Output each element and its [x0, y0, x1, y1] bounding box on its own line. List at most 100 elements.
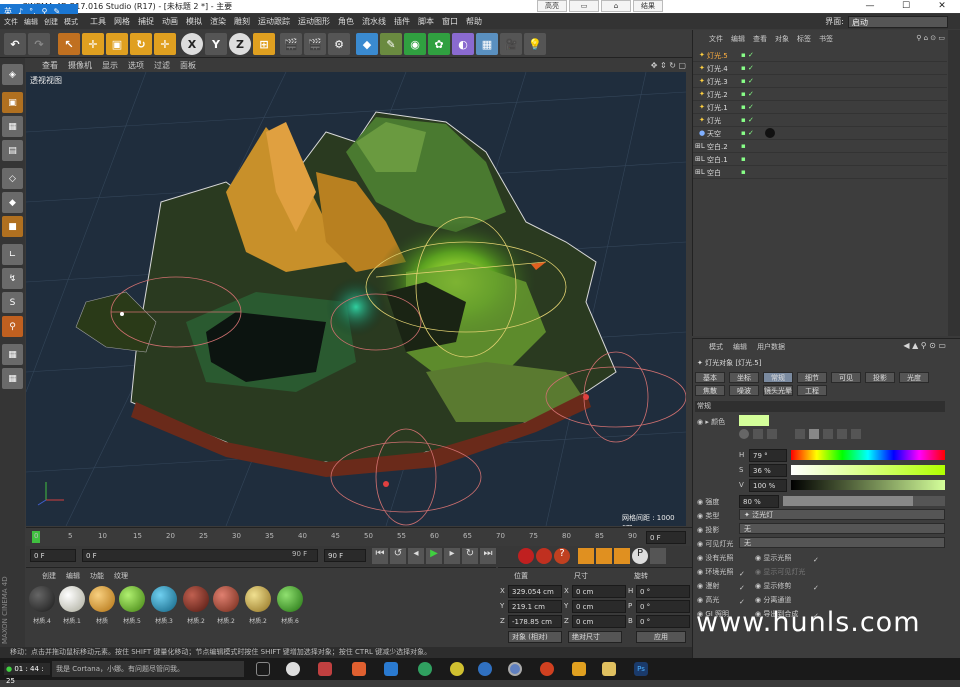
app-icon-7[interactable] [478, 662, 492, 676]
next-key-icon[interactable]: ↻ [462, 548, 478, 564]
recent-tool-icon[interactable]: ✛ [154, 33, 176, 55]
goto-start-icon[interactable]: ⏮ [372, 548, 388, 564]
task-view-icon[interactable] [256, 662, 270, 676]
om-menu-file[interactable]: 文件 [709, 34, 723, 46]
key-pla-icon[interactable] [650, 548, 666, 564]
render-pv-icon[interactable]: 🎬 [304, 33, 326, 55]
vp-nav-icons[interactable]: ✥ ⇕ ↻ ▢ [651, 61, 686, 70]
menu-plugins[interactable]: 插件 [394, 16, 410, 27]
pos-y-field[interactable]: 219.1 cm [508, 600, 562, 613]
menu-help[interactable]: 帮助 [466, 16, 482, 27]
light-icon[interactable]: 💡 [524, 33, 546, 55]
material-swatch[interactable]: 材质.3 [150, 586, 178, 625]
color-swatch[interactable] [739, 415, 769, 426]
vp-menu-view[interactable]: 查看 [42, 60, 58, 71]
file-explorer-icon[interactable] [602, 662, 616, 676]
attr-nav-icons[interactable]: ◀ ▲ ⚲ ⊙ ▭ [903, 341, 946, 350]
cloner-icon[interactable]: ✿ [428, 33, 450, 55]
material-swatch[interactable]: 材质.2 [212, 586, 240, 625]
app-icon-10[interactable] [572, 662, 586, 676]
hue-field[interactable]: 79 ° [749, 449, 787, 462]
visible-light-select[interactable]: 无 [739, 537, 945, 548]
subdivision-icon[interactable]: ◉ [404, 33, 426, 55]
perspective-viewport[interactable]: 透视视图 网格间距 : 1000 cm [26, 72, 686, 526]
rot-b-field[interactable]: 0 ° [636, 615, 690, 628]
size-mode-select[interactable]: 绝对尺寸 [568, 631, 622, 643]
menu-render[interactable]: 渲染 [210, 16, 226, 27]
timeline-ruler[interactable]: 0 5 10 15 20 25 30 35 40 45 50 55 60 65 … [26, 527, 692, 545]
menu-motion-tracking[interactable]: 运动跟踪 [258, 16, 290, 27]
render-settings-icon[interactable]: ⚙ [328, 33, 350, 55]
model-mode-icon[interactable]: ▣ [2, 92, 23, 113]
move-icon[interactable]: ✛ [82, 33, 104, 55]
material-swatch[interactable]: 材质.6 [276, 586, 304, 625]
check-show-clipping[interactable]: ◉ 显示修剪 [755, 581, 791, 591]
tab-general[interactable]: 常规 [763, 372, 793, 383]
menu-simulate[interactable]: 模拟 [186, 16, 202, 27]
key-rotation-icon[interactable] [614, 548, 630, 564]
om-side-tabs[interactable] [948, 30, 960, 336]
cinema4d-icon[interactable] [508, 662, 522, 676]
material-swatch[interactable]: 材质.2 [244, 586, 272, 625]
tab-visibility[interactable]: 可见 [831, 372, 861, 383]
menu-file[interactable]: 文件 [4, 17, 18, 27]
rot-p-field[interactable]: 0 ° [636, 600, 690, 613]
close-button[interactable]: ✕ [924, 0, 960, 13]
vp-menu-filter[interactable]: 过滤 [154, 60, 170, 71]
result-button[interactable]: 结果 [633, 0, 663, 12]
timeline-end-field[interactable]: 0 F [646, 531, 686, 544]
material-swatch[interactable]: 材质.4 [28, 586, 56, 625]
attr-menu-edit[interactable]: 编辑 [733, 342, 747, 352]
attr-menu-mode[interactable]: 模式 [709, 342, 723, 352]
val-field[interactable]: 100 % [749, 479, 787, 492]
object-row[interactable]: ✦ 灯光 ▪ ✓ [693, 115, 947, 127]
menu-mograph[interactable]: 运动图形 [298, 16, 330, 27]
app-icon-3[interactable] [352, 662, 366, 676]
attr-menu-userdata[interactable]: 用户数据 [757, 342, 785, 352]
layout-select[interactable]: 启动 [848, 15, 948, 28]
coord-system-icon[interactable]: ⊞ [253, 33, 275, 55]
mat-menu-edit[interactable]: 编辑 [66, 571, 80, 581]
record-icon[interactable] [518, 548, 534, 564]
cube-icon[interactable]: ◆ [356, 33, 378, 55]
material-swatch[interactable]: 材质.1 [58, 586, 86, 625]
sat-slider[interactable] [791, 465, 945, 475]
size-z-field[interactable]: 0 cm [572, 615, 626, 628]
undo-button[interactable]: ↶ [4, 33, 26, 55]
type-select[interactable]: ✦ 泛光灯 [739, 509, 945, 520]
cortana-search[interactable]: 我是 Cortana，小娜。有问题尽管问我。 [52, 661, 244, 677]
check-show-illumination[interactable]: ◉ 显示光照 [755, 553, 791, 563]
keyframe-selection-icon[interactable]: ? [554, 548, 570, 564]
vp-menu-camera[interactable]: 摄像机 [68, 60, 92, 71]
make-editable-icon[interactable]: ◈ [2, 64, 23, 85]
sky-material-tag[interactable] [765, 128, 775, 138]
menu-window[interactable]: 窗口 [442, 16, 458, 27]
tab-basic[interactable]: 基本 [695, 372, 725, 383]
object-row[interactable]: ⊞L 空白.2 ▪ [693, 141, 947, 153]
material-swatch[interactable]: 材质.2 [182, 586, 210, 625]
menu-character[interactable]: 角色 [338, 16, 354, 27]
goto-end-icon[interactable]: ⏭ [480, 548, 496, 564]
autokey-icon[interactable] [536, 548, 552, 564]
material-swatch[interactable]: 材质 [88, 586, 116, 625]
tab-lens-glow[interactable]: 镜头光晕 [763, 385, 793, 396]
play-icon[interactable]: ▶ [426, 548, 442, 564]
redo-button[interactable]: ↷ [28, 33, 50, 55]
tab-noise[interactable]: 噪波 [729, 385, 759, 396]
polygons-mode-icon[interactable]: ■ [2, 216, 23, 237]
om-menu-edit[interactable]: 编辑 [731, 34, 745, 46]
sat-field[interactable]: 36 % [749, 464, 787, 477]
object-row[interactable]: ✦ 灯光.2 ▪ ✓ [693, 89, 947, 101]
object-row[interactable]: ✦ 灯光.5 ▪ ✓ [693, 50, 947, 62]
tab-photometric[interactable]: 光度 [899, 372, 929, 383]
size-y-field[interactable]: 0 cm [572, 600, 626, 613]
val-slider[interactable] [791, 480, 945, 490]
x-axis-button[interactable]: X [181, 33, 203, 55]
mat-menu-function[interactable]: 功能 [90, 571, 104, 581]
scale-icon[interactable]: ▣ [106, 33, 128, 55]
home-icon[interactable]: ⌂ [601, 0, 631, 12]
key-param-icon[interactable]: P [632, 548, 648, 564]
app-icon-1[interactable] [286, 662, 300, 676]
next-frame-icon[interactable]: ▸ [444, 548, 460, 564]
snap-icon[interactable]: S [2, 292, 23, 313]
